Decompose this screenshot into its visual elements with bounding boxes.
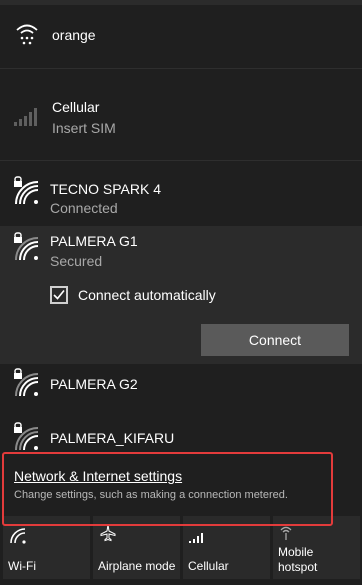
airplane-icon (99, 524, 117, 547)
network-name: Cellular (52, 99, 100, 115)
divider (0, 68, 362, 69)
network-name: TECNO SPARK 4 (50, 181, 161, 197)
secured-wifi-icon (12, 232, 40, 267)
quick-action-label: Airplane mode (98, 559, 176, 573)
connect-automatically-checkbox[interactable] (50, 286, 68, 304)
connect-automatically-label: Connect automatically (78, 287, 216, 303)
secured-wifi-icon (12, 176, 40, 211)
network-name: PALMERA_KIFARU (50, 430, 175, 446)
cellular-signal-icon (14, 108, 40, 131)
wifi-globe-icon (14, 21, 40, 52)
secured-wifi-icon (12, 368, 40, 403)
network-name: PALMERA G1 (50, 233, 138, 249)
connect-button[interactable]: Connect (201, 324, 349, 356)
divider (0, 160, 362, 161)
quick-action-label: Mobile hotspot (278, 545, 318, 574)
highlight-box (2, 452, 333, 526)
network-status: Secured (50, 253, 103, 269)
wifi-icon (9, 528, 29, 549)
quick-action-label: Wi-Fi (8, 559, 36, 573)
network-item-palmera-kifaru[interactable]: PALMERA_KIFARU (0, 418, 362, 452)
network-status: Connected (50, 200, 118, 216)
network-item-cellular[interactable]: Cellular Insert SIM (0, 80, 362, 146)
network-name: PALMERA G2 (50, 376, 138, 392)
cellular-icon (189, 530, 207, 548)
network-name: orange (52, 27, 96, 43)
network-item-palmera-g2[interactable]: PALMERA G2 (0, 364, 362, 414)
network-item-tecno[interactable]: TECNO SPARK 4 Connected (0, 170, 362, 226)
quick-action-label: Cellular (188, 559, 229, 573)
checkmark-icon (53, 289, 65, 300)
network-item-orange[interactable]: orange (0, 5, 362, 67)
hotspot-icon (279, 524, 293, 545)
network-status: Insert SIM (52, 120, 116, 136)
